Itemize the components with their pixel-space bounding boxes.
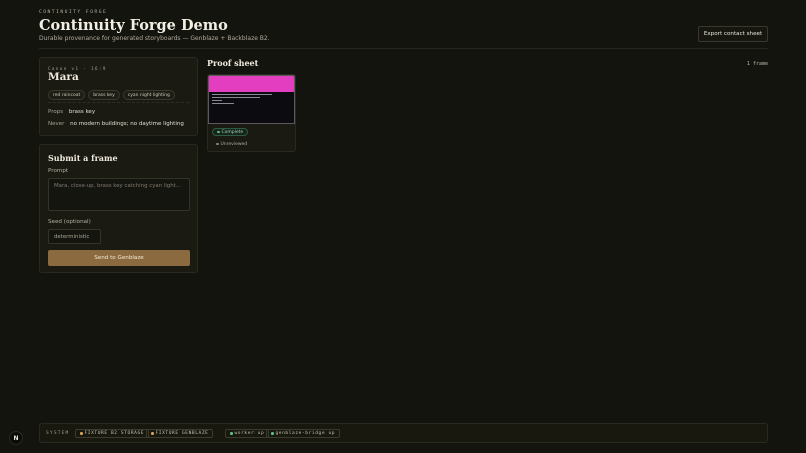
never-value: no modern buildings; no daytime lighting bbox=[70, 121, 184, 127]
canon-chip: cyan night lighting bbox=[122, 90, 175, 100]
fixture-genblaze-chip: Fixture Genblaze bbox=[146, 429, 214, 438]
status-text: Complete bbox=[221, 129, 244, 135]
thumbnail-text-line bbox=[212, 103, 234, 104]
system-label: System bbox=[46, 431, 70, 436]
header-eyebrow: Continuity Forge bbox=[39, 10, 108, 15]
canon-chip: brass key bbox=[88, 90, 120, 100]
fixture-b2-storage-chip: Fixture B2 storage bbox=[75, 429, 150, 438]
seed-input[interactable]: deterministic bbox=[48, 229, 101, 244]
seed-label: Seed (optional) bbox=[48, 219, 91, 225]
thumbnail-text-line bbox=[212, 94, 272, 95]
review-text: Unreviewed bbox=[220, 141, 248, 147]
frame-count: 1 frame bbox=[746, 61, 768, 67]
fixture-dot-icon bbox=[80, 432, 83, 435]
never-label: Never bbox=[48, 121, 65, 127]
up-dot-icon bbox=[230, 432, 233, 435]
frame-card[interactable]: Complete Unreviewed bbox=[207, 74, 296, 152]
canon-card: Canon v1 · 16:9 Mara red raincoat brass … bbox=[39, 57, 198, 136]
canon-chip: red raincoat bbox=[48, 90, 86, 100]
chip-text: Fixture Genblaze bbox=[155, 431, 209, 436]
page-subtitle: Durable provenance for generated storybo… bbox=[39, 35, 270, 42]
canon-chips: red raincoat brass key cyan night lighti… bbox=[48, 90, 175, 100]
prompt-label: Prompt bbox=[48, 168, 69, 174]
up-dot-icon bbox=[271, 432, 274, 435]
export-contact-sheet-button[interactable]: Export contact sheet bbox=[698, 26, 768, 42]
fixture-dot-icon bbox=[151, 432, 154, 435]
thumbnail-magenta-band bbox=[209, 76, 294, 92]
page-title: Continuity Forge Demo bbox=[39, 17, 228, 34]
thumbnail-text-line bbox=[212, 100, 222, 101]
props-row: Props brass key bbox=[48, 109, 95, 115]
prompt-input[interactable]: Mara, close-up, brass key catching cyan … bbox=[48, 178, 190, 211]
frame-thumbnail[interactable] bbox=[208, 75, 295, 124]
app-logo-icon[interactable]: N bbox=[9, 431, 23, 445]
page-header: Continuity Forge Continuity Forge Demo D… bbox=[39, 10, 768, 49]
status-badge: Complete bbox=[212, 128, 249, 136]
chip-text: Fixture B2 storage bbox=[84, 431, 145, 436]
genblaze-bridge-status-chip: genblaze-bridge up bbox=[266, 429, 341, 438]
review-dot-icon bbox=[216, 142, 219, 146]
send-to-genblaze-button[interactable]: Send to Genblaze bbox=[48, 250, 190, 266]
chip-text: worker up bbox=[234, 431, 265, 436]
system-status-bar: System Fixture B2 storage Fixture Genbla… bbox=[39, 423, 768, 443]
chip-text: genblaze-bridge up bbox=[275, 431, 336, 436]
props-label: Props bbox=[48, 109, 64, 115]
review-badge: Unreviewed bbox=[212, 140, 251, 148]
character-name: Mara bbox=[48, 71, 79, 83]
worker-status-chip: worker up bbox=[225, 429, 270, 438]
proof-sheet-title: Proof sheet bbox=[207, 58, 259, 68]
submit-frame-card: Submit a frame Prompt Mara, close-up, br… bbox=[39, 144, 198, 273]
submit-title: Submit a frame bbox=[48, 153, 118, 163]
props-value: brass key bbox=[68, 109, 96, 115]
canon-divider bbox=[48, 102, 189, 103]
never-row: Never no modern buildings; no daytime li… bbox=[48, 121, 184, 127]
status-dot-icon bbox=[217, 130, 220, 134]
thumbnail-text-line bbox=[212, 97, 260, 98]
